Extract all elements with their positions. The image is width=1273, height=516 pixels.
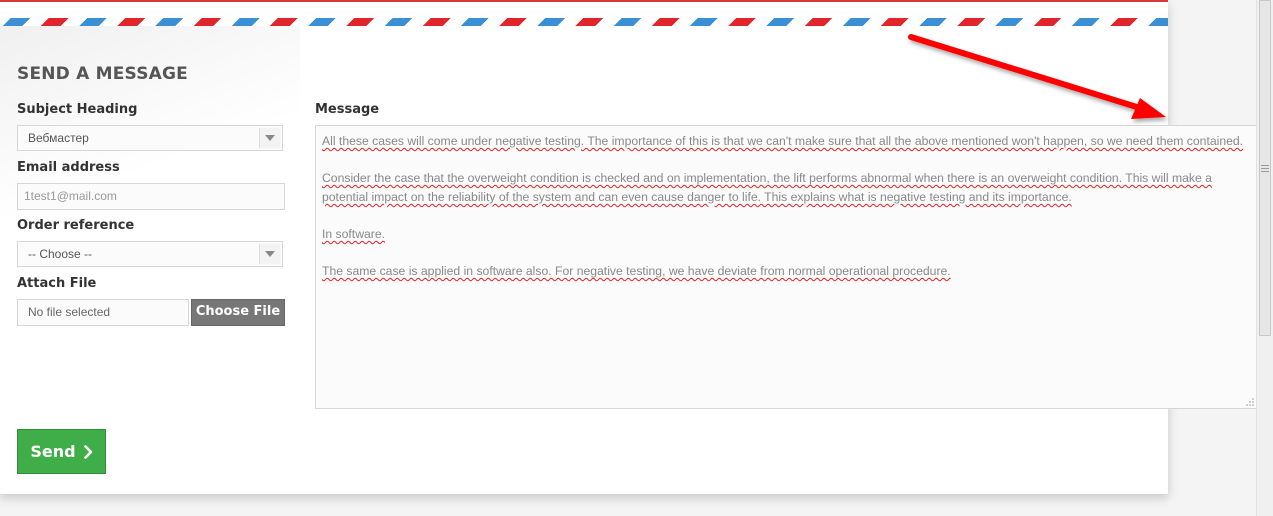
file-status-field[interactable]: No file selected bbox=[17, 299, 189, 326]
message-label: Message bbox=[315, 102, 380, 117]
chevron-down-icon[interactable] bbox=[259, 244, 280, 264]
vertical-scrollbar[interactable] bbox=[1256, 0, 1273, 516]
message-paragraph: In software. bbox=[322, 226, 385, 241]
scrollbar-thumb[interactable] bbox=[1259, 0, 1271, 336]
order-reference-select[interactable]: -- Choose -- bbox=[17, 241, 283, 267]
form-title: SEND A MESSAGE bbox=[17, 64, 188, 84]
message-paragraph: All these cases will come under negative… bbox=[322, 134, 1244, 148]
email-value: 1test1@mail.com bbox=[24, 189, 117, 203]
top-border-line bbox=[0, 0, 1168, 2]
message-textarea[interactable]: All these cases will come under negative… bbox=[315, 125, 1257, 409]
message-paragraph: The same case is applied in software als… bbox=[322, 264, 951, 279]
message-paragraph: Consider the case that the overweight co… bbox=[322, 171, 1212, 204]
contact-form-card: SEND A MESSAGE Subject Heading Вебмастер… bbox=[0, 0, 1257, 494]
resize-handle-icon[interactable] bbox=[1246, 398, 1254, 406]
chevron-right-icon bbox=[83, 444, 92, 459]
attach-file-label: Attach File bbox=[17, 276, 97, 291]
airmail-stripe-border bbox=[0, 18, 1168, 26]
chevron-down-icon[interactable] bbox=[259, 128, 280, 148]
order-reference-value: -- Choose -- bbox=[28, 247, 93, 261]
file-status-text: No file selected bbox=[28, 305, 111, 319]
send-button[interactable]: Send bbox=[17, 429, 106, 474]
subject-heading-label: Subject Heading bbox=[17, 102, 138, 117]
choose-file-button[interactable]: Choose File bbox=[191, 299, 285, 326]
order-reference-label: Order reference bbox=[17, 218, 135, 233]
send-label: Send bbox=[30, 442, 76, 461]
email-field[interactable]: 1test1@mail.com bbox=[17, 183, 285, 210]
subject-heading-value: Вебмастер bbox=[28, 131, 89, 145]
grip-icon bbox=[1261, 164, 1269, 172]
subject-heading-select[interactable]: Вебмастер bbox=[17, 125, 283, 151]
email-address-label: Email address bbox=[17, 160, 120, 175]
